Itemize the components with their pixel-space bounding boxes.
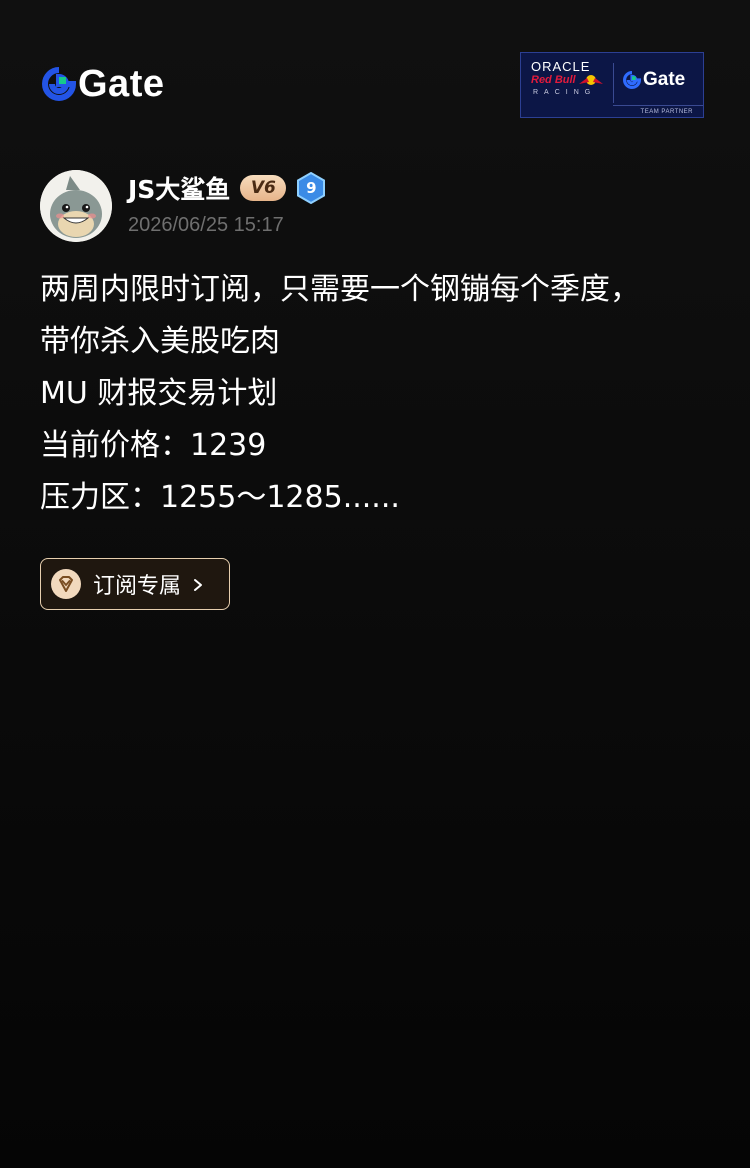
- author-avatar[interactable]: [40, 170, 112, 242]
- level-badge: 9: [296, 171, 326, 205]
- team-partner-badge: ORACLE Red Bull RACING Gate TEAM PARTNER: [520, 52, 704, 118]
- post-line: 当前价格：1239: [40, 428, 267, 463]
- subscribe-exclusive-button[interactable]: 订阅专属: [40, 558, 230, 610]
- chevron-right-icon: [191, 577, 205, 591]
- level-number: 9: [306, 179, 317, 197]
- gate-logo: Gate: [42, 62, 165, 105]
- post-line: 带你杀入美股吃肉: [40, 324, 280, 359]
- partner-gate-text: Gate: [643, 69, 686, 90]
- shark-avatar-icon: [40, 170, 112, 242]
- gate-logo-text: Gate: [78, 62, 165, 105]
- post-line: MU 财报交易计划: [40, 376, 278, 411]
- partner-gate-logo: Gate: [623, 69, 685, 91]
- team-partner-label: TEAM PARTNER: [640, 109, 693, 115]
- author-header: JS大鲨鱼 V6 9: [128, 170, 326, 206]
- diamond-heart-icon: [51, 569, 81, 599]
- subscribe-label: 订阅专属: [93, 574, 182, 599]
- vip-badge: V6: [240, 175, 287, 201]
- team-partner-rule: [613, 105, 703, 106]
- gate-logo-small-icon: [623, 71, 641, 89]
- gate-logo-icon: [42, 67, 77, 101]
- post-timestamp: 2026/06/25 15:17: [128, 214, 284, 236]
- oracle-wordmark: ORACLE: [531, 59, 591, 74]
- redbull-bulls-icon: [579, 75, 603, 85]
- post-body: 两周内限时订阅，只需要一个钢镚每个季度， 带你杀入美股吃肉 MU 财报交易计划 …: [40, 264, 720, 524]
- author-name[interactable]: JS大鲨鱼: [128, 170, 230, 206]
- badge-divider: [613, 63, 614, 103]
- racing-wordmark: RACING: [533, 89, 597, 96]
- redbull-wordmark: Red Bull: [531, 74, 576, 86]
- post-line: 两周内限时订阅，只需要一个钢镚每个季度，: [40, 272, 640, 307]
- post-line: 压力区：1255～1285......: [40, 480, 400, 515]
